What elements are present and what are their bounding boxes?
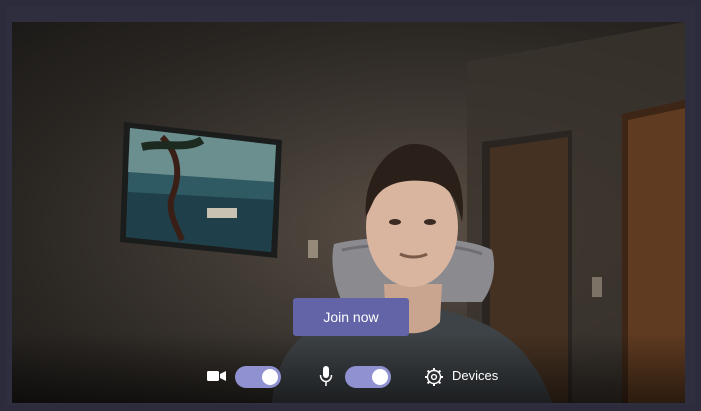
device-controls-bar: Devices <box>12 360 685 394</box>
camera-toggle-knob <box>262 369 278 385</box>
video-camera-icon[interactable] <box>207 369 227 383</box>
microphone-toggle[interactable] <box>345 366 391 388</box>
devices-button[interactable]: Devices <box>452 368 498 383</box>
gear-icon[interactable] <box>424 367 444 387</box>
join-now-button[interactable]: Join now <box>293 298 409 336</box>
wall-painting <box>120 122 282 258</box>
microphone-icon[interactable] <box>319 366 333 387</box>
camera-preview: Join now Devices <box>12 22 685 403</box>
microphone-toggle-knob <box>372 369 388 385</box>
camera-toggle[interactable] <box>235 366 281 388</box>
